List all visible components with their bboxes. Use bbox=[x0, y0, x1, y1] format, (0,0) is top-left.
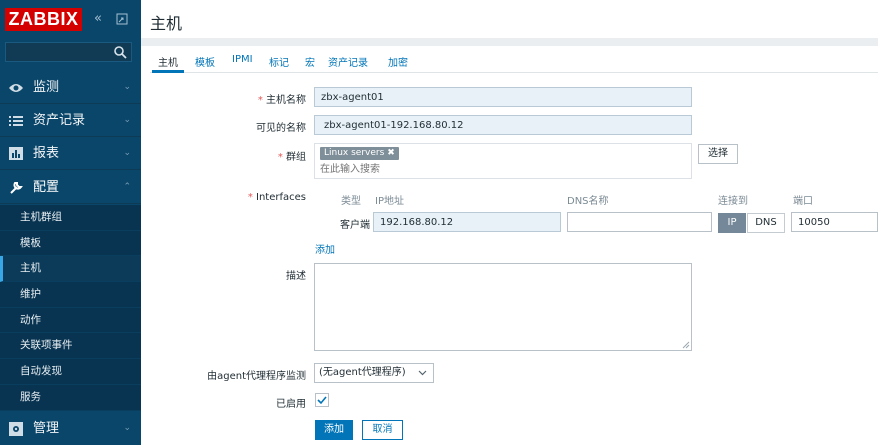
cancel-button[interactable]: 取消 bbox=[362, 420, 403, 440]
menu-reports[interactable]: 报表 ⌄ bbox=[0, 137, 141, 170]
col-ip: IP地址 bbox=[375, 196, 404, 207]
interface-port-input[interactable] bbox=[791, 212, 878, 232]
chart-icon bbox=[6, 137, 26, 170]
proxy-select-value: (无agent代理程序) bbox=[319, 367, 406, 378]
tab-templates[interactable]: 模板 bbox=[195, 54, 215, 69]
brand-row: ZABBIX « bbox=[0, 0, 141, 38]
eye-icon bbox=[6, 71, 26, 104]
submenu-item-event-correlation[interactable]: 关联项事件 bbox=[0, 333, 141, 360]
description-label: 描述 bbox=[286, 271, 306, 282]
tab-host[interactable]: 主机 bbox=[158, 54, 178, 69]
add-button[interactable]: 添加 bbox=[315, 420, 353, 440]
kiosk-mode-icon[interactable] bbox=[116, 10, 128, 28]
admin-icon bbox=[6, 412, 26, 445]
menu-label: 监测 bbox=[33, 80, 60, 95]
submenu-item-templates[interactable]: 模板 bbox=[0, 231, 141, 257]
menu-label: 配置 bbox=[33, 180, 60, 195]
tab-tags[interactable]: 标记 bbox=[269, 54, 289, 69]
tab-encryption[interactable]: 加密 bbox=[388, 54, 408, 69]
sidebar-search bbox=[5, 42, 132, 62]
submenu-item-host-groups[interactable]: 主机群组 bbox=[0, 205, 141, 231]
menu-label: 管理 bbox=[33, 421, 60, 436]
submenu-item-maintenance[interactable]: 维护 bbox=[0, 282, 141, 308]
col-dns: DNS名称 bbox=[567, 196, 609, 207]
connect-dns-toggle[interactable]: DNS bbox=[747, 213, 785, 233]
add-interface-link[interactable]: 添加 bbox=[315, 241, 335, 256]
enabled-label: 已启用 bbox=[276, 399, 306, 410]
tab-inventory[interactable]: 资产记录 bbox=[328, 54, 368, 69]
visible-name-input[interactable] bbox=[314, 115, 692, 135]
chevron-down-icon: ⌄ bbox=[123, 82, 131, 92]
chevron-down-icon: ⌄ bbox=[123, 115, 131, 125]
submenu-item-actions[interactable]: 动作 bbox=[0, 308, 141, 334]
description-textarea[interactable] bbox=[314, 263, 692, 351]
sidebar: ZABBIX « 监测 ⌄ 资产记录 ⌄ 报表 ⌄ 配置 ⌃ 主机群组 模板 主… bbox=[0, 0, 141, 445]
proxy-select[interactable]: (无agent代理程序) bbox=[314, 363, 434, 383]
tab-macros[interactable]: 宏 bbox=[305, 54, 315, 69]
connect-ip-toggle[interactable]: IP bbox=[718, 213, 746, 233]
interface-ip-input[interactable] bbox=[373, 212, 561, 232]
resize-handle-icon[interactable] bbox=[682, 341, 690, 349]
group-chip-label: Linux servers bbox=[324, 148, 385, 158]
menu-configuration[interactable]: 配置 ⌃ bbox=[0, 171, 141, 204]
active-tab-indicator bbox=[152, 70, 184, 73]
list-icon bbox=[6, 104, 26, 137]
group-chip: Linux servers ✖ bbox=[320, 147, 399, 160]
zabbix-logo[interactable]: ZABBIX bbox=[5, 8, 82, 31]
collapse-sidebar-icon[interactable]: « bbox=[94, 10, 102, 28]
menu-monitoring[interactable]: 监测 ⌄ bbox=[0, 71, 141, 104]
enabled-checkbox[interactable] bbox=[315, 393, 329, 407]
chevron-down-icon bbox=[418, 364, 427, 382]
menu-inventory[interactable]: 资产记录 ⌄ bbox=[0, 104, 141, 137]
col-connect: 连接到 bbox=[718, 196, 748, 207]
tab-bar: 主机 模板 IPMI 标记 宏 资产记录 加密 bbox=[150, 46, 878, 73]
interface-type-agent: 客户端 bbox=[340, 220, 370, 231]
chevron-down-icon: ⌄ bbox=[123, 148, 131, 158]
configuration-submenu: 主机群组 模板 主机 维护 动作 关联项事件 自动发现 服务 bbox=[0, 205, 141, 411]
groups-search-input[interactable] bbox=[316, 162, 516, 177]
submenu-item-discovery[interactable]: 自动发现 bbox=[0, 359, 141, 385]
visible-name-label: 可见的名称 bbox=[256, 123, 306, 134]
menu-label: 资产记录 bbox=[33, 113, 86, 128]
submenu-item-services[interactable]: 服务 bbox=[0, 385, 141, 411]
proxy-label: 由agent代理程序监测 bbox=[207, 371, 306, 382]
groups-select-button[interactable]: 选择 bbox=[698, 144, 738, 164]
chevron-down-icon: ⌄ bbox=[123, 423, 131, 433]
host-name-label: * 主机名称 bbox=[257, 95, 306, 106]
wrench-icon bbox=[6, 171, 26, 204]
groups-label: * 群组 bbox=[277, 152, 306, 163]
host-name-input[interactable] bbox=[314, 87, 692, 107]
chevron-up-icon: ⌃ bbox=[123, 182, 131, 192]
interface-dns-input[interactable] bbox=[567, 212, 712, 232]
menu-label: 报表 bbox=[33, 146, 60, 161]
search-icon[interactable] bbox=[113, 45, 128, 60]
remove-chip-icon[interactable]: ✖ bbox=[387, 148, 395, 158]
menu-administration[interactable]: 管理 ⌄ bbox=[0, 412, 141, 445]
page-title: 主机 bbox=[150, 14, 183, 33]
col-type: 类型 bbox=[341, 196, 361, 207]
interfaces-label: * Interfaces bbox=[247, 192, 306, 203]
tab-ipmi[interactable]: IPMI bbox=[232, 54, 253, 65]
col-port: 端口 bbox=[793, 196, 813, 207]
header-divider bbox=[141, 38, 878, 46]
checkmark-icon bbox=[317, 396, 327, 405]
submenu-item-hosts[interactable]: 主机 bbox=[0, 256, 141, 283]
